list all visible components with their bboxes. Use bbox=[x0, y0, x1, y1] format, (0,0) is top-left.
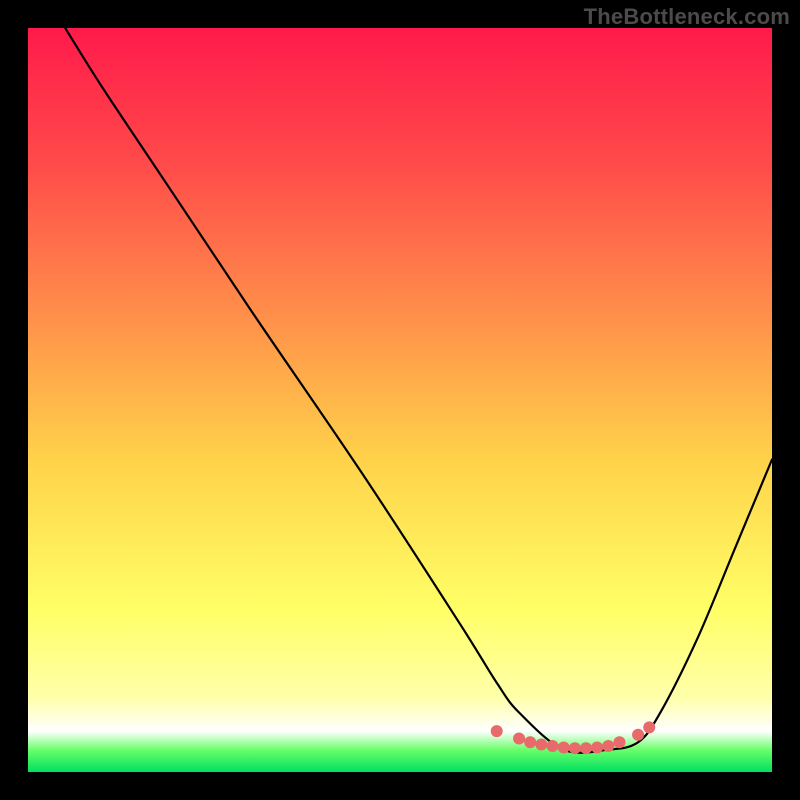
marker-dot bbox=[513, 733, 525, 745]
marker-dot bbox=[602, 740, 614, 752]
marker-dot bbox=[613, 736, 625, 748]
marker-dot bbox=[524, 736, 536, 748]
marker-dot bbox=[558, 741, 570, 753]
gradient-background bbox=[28, 28, 772, 772]
marker-dot bbox=[580, 742, 592, 754]
marker-dot bbox=[569, 742, 581, 754]
plot-area bbox=[28, 28, 772, 772]
marker-dot bbox=[643, 721, 655, 733]
marker-dot bbox=[547, 740, 559, 752]
marker-dot bbox=[535, 738, 547, 750]
chart-svg bbox=[28, 28, 772, 772]
watermark-text: TheBottleneck.com bbox=[584, 4, 790, 30]
marker-dot bbox=[591, 741, 603, 753]
marker-dot bbox=[491, 725, 503, 737]
chart-frame: TheBottleneck.com bbox=[0, 0, 800, 800]
marker-dot bbox=[632, 729, 644, 741]
